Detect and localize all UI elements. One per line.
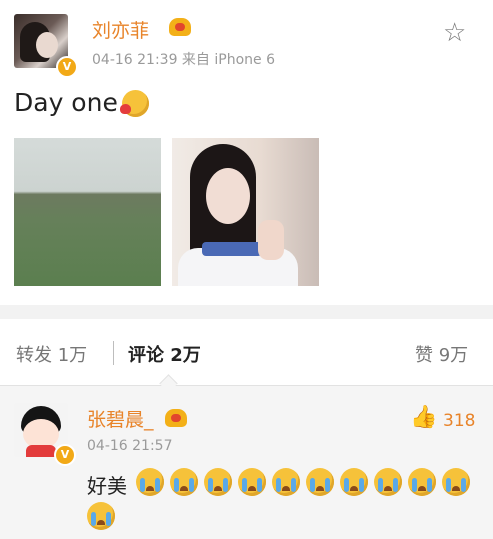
like-count: 9万 (438, 345, 469, 366)
crying-emoji-icon (136, 468, 164, 496)
crying-emoji-icon (374, 468, 402, 496)
member-crown-icon[interactable] (169, 18, 191, 36)
portrait-hand (258, 220, 284, 260)
member-crown-icon[interactable] (165, 409, 187, 427)
avatar-body (26, 445, 56, 457)
like-label: 赞 (415, 345, 433, 366)
post-meta: 04-16 21:39 来自 iPhone 6 (92, 52, 275, 68)
repost-count: 1万 (57, 345, 88, 366)
comment-like-count[interactable]: 318 (443, 411, 475, 431)
repost-label: 转发 (16, 345, 52, 366)
tab-comments[interactable]: 评论 2万 (128, 341, 201, 367)
portrait-collar (202, 242, 262, 256)
verified-icon: V (54, 444, 76, 466)
portrait-face (206, 168, 250, 224)
thumbs-up-icon[interactable]: 👍 (410, 407, 437, 429)
comment-meta: 04-16 21:57 (87, 438, 173, 454)
tab-repost[interactable]: 转发 1万 (16, 341, 87, 367)
comment-label: 评论 (128, 345, 164, 366)
crying-emoji-icon (170, 468, 198, 496)
commenter-name[interactable]: 张碧晨_ (87, 405, 154, 432)
post-text: Day one (14, 88, 118, 117)
section-divider (0, 305, 493, 319)
verified-icon: V (56, 56, 78, 78)
action-bar: 转发 1万 评论 2万 赞 9万 (0, 319, 493, 393)
comment-list: V 张碧晨_ 04-16 21:57 👍 318 好美 (0, 386, 493, 539)
post-photo-field[interactable] (14, 138, 161, 286)
tab-separator (113, 341, 114, 365)
crying-emoji-icon (204, 468, 232, 496)
post-card: V 刘亦菲 04-16 21:39 来自 iPhone 6 ☆ Day one (0, 0, 493, 305)
author-name[interactable]: 刘亦菲 (92, 16, 149, 43)
post-photo-portrait[interactable] (172, 138, 319, 286)
avatar-face (36, 32, 58, 58)
crying-emoji-icon (442, 468, 470, 496)
crying-emoji-icon (272, 468, 300, 496)
kiss-emoji-icon (120, 90, 149, 117)
comment-count: 2万 (170, 345, 201, 366)
crying-emoji-icon (238, 468, 266, 496)
crying-emoji-icon (87, 502, 115, 530)
tab-likes[interactable]: 赞 9万 (415, 341, 468, 367)
crying-emoji-icon (306, 468, 334, 496)
crying-emoji-icon (340, 468, 368, 496)
crying-emoji-icon (408, 468, 436, 496)
comment-text: 好美 (87, 474, 127, 498)
star-icon[interactable]: ☆ (443, 20, 466, 46)
